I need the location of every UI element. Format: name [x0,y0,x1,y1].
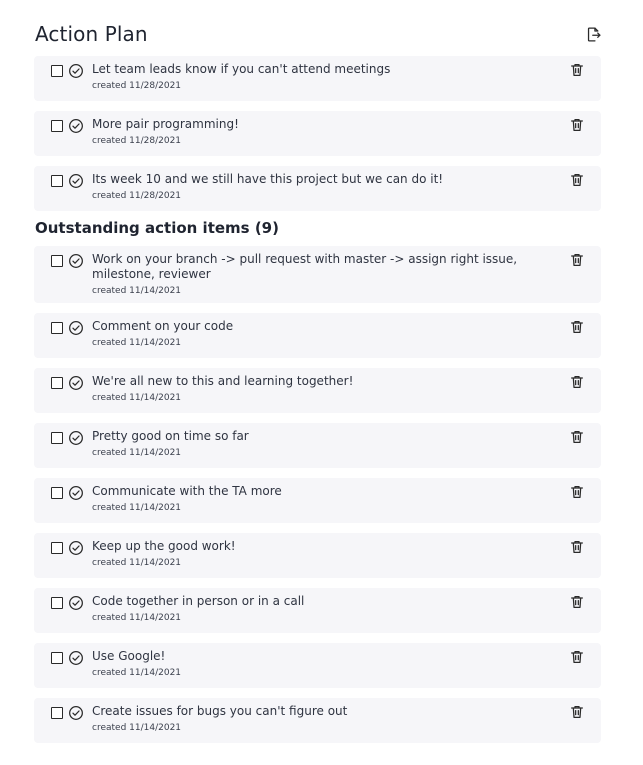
item-text: Work on your branch -> pull request with… [92,252,518,281]
trash-icon[interactable] [569,117,585,133]
item-checkbox[interactable] [51,432,63,444]
item-created-date: created 11/28/2021 [92,81,182,91]
item-text: Keep up the good work! [92,539,236,553]
trash-icon[interactable] [569,594,585,610]
completed-items-list: Let team leads know if you can't attend … [34,56,601,221]
item-text: Create issues for bugs you can't figure … [92,704,348,718]
item-checkbox[interactable] [51,322,63,334]
item-text: Code together in person or in a call [92,594,305,608]
item-created-date: created 11/14/2021 [92,338,182,348]
item-created-date: created 11/14/2021 [92,393,182,403]
action-item: Let team leads know if you can't attend … [34,56,601,101]
item-text: We're all new to this and learning toget… [92,374,354,388]
item-created-date: created 11/28/2021 [92,191,182,201]
check-circle-icon[interactable] [68,253,84,269]
trash-icon[interactable] [569,539,585,555]
action-item: More pair programming! created 11/28/202… [34,111,601,156]
check-circle-icon[interactable] [68,320,84,336]
outstanding-items-list: Work on your branch -> pull request with… [34,246,601,753]
check-circle-icon[interactable] [68,430,84,446]
item-checkbox[interactable] [51,255,63,267]
export-button[interactable] [583,24,603,44]
action-item: Communicate with the TA more created 11/… [34,478,601,523]
action-item: Create issues for bugs you can't figure … [34,698,601,743]
item-checkbox[interactable] [51,597,63,609]
item-text: Use Google! [92,649,166,663]
check-circle-icon[interactable] [68,705,84,721]
item-text: More pair programming! [92,117,239,131]
item-created-date: created 11/14/2021 [92,668,182,678]
export-icon [585,26,602,43]
item-created-date: created 11/28/2021 [92,136,182,146]
trash-icon[interactable] [569,172,585,188]
item-created-date: created 11/14/2021 [92,286,182,296]
action-item: Use Google! created 11/14/2021 [34,643,601,688]
item-checkbox[interactable] [51,707,63,719]
trash-icon[interactable] [569,374,585,390]
trash-icon[interactable] [569,319,585,335]
action-item: Pretty good on time so far created 11/14… [34,423,601,468]
item-created-date: created 11/14/2021 [92,503,182,513]
item-checkbox[interactable] [51,377,63,389]
item-created-date: created 11/14/2021 [92,558,182,568]
trash-icon[interactable] [569,429,585,445]
item-checkbox[interactable] [51,120,63,132]
item-created-date: created 11/14/2021 [92,723,182,733]
item-text: Let team leads know if you can't attend … [92,62,391,76]
action-item: Code together in person or in a call cre… [34,588,601,633]
item-created-date: created 11/14/2021 [92,448,182,458]
page-title: Action Plan [35,22,148,46]
item-checkbox[interactable] [51,652,63,664]
check-circle-icon[interactable] [68,375,84,391]
item-text: Pretty good on time so far [92,429,249,443]
check-circle-icon[interactable] [68,485,84,501]
item-text: Communicate with the TA more [92,484,282,498]
trash-icon[interactable] [569,704,585,720]
item-text: Its week 10 and we still have this proje… [92,172,444,186]
action-plan-page: Action Plan Let team leads know if you c… [0,0,643,765]
check-circle-icon[interactable] [68,650,84,666]
trash-icon[interactable] [569,649,585,665]
item-checkbox[interactable] [51,542,63,554]
item-checkbox[interactable] [51,65,63,77]
item-checkbox[interactable] [51,487,63,499]
trash-icon[interactable] [569,62,585,78]
action-item: Keep up the good work! created 11/14/202… [34,533,601,578]
item-created-date: created 11/14/2021 [92,613,182,623]
action-item: We're all new to this and learning toget… [34,368,601,413]
check-circle-icon[interactable] [68,63,84,79]
check-circle-icon[interactable] [68,540,84,556]
item-checkbox[interactable] [51,175,63,187]
check-circle-icon[interactable] [68,173,84,189]
trash-icon[interactable] [569,252,585,268]
action-item: Work on your branch -> pull request with… [34,246,601,303]
action-item: Comment on your code created 11/14/2021 [34,313,601,358]
item-text: Comment on your code [92,319,234,333]
outstanding-heading: Outstanding action items (9) [35,219,279,237]
trash-icon[interactable] [569,484,585,500]
check-circle-icon[interactable] [68,595,84,611]
action-item: Its week 10 and we still have this proje… [34,166,601,211]
check-circle-icon[interactable] [68,118,84,134]
